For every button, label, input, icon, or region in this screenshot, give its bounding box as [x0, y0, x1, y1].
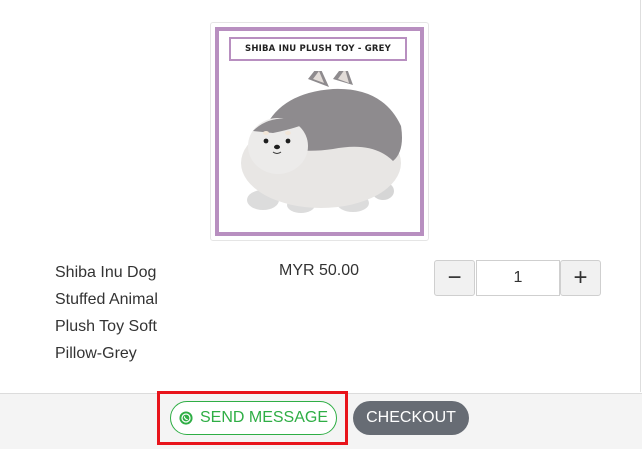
- quantity-input[interactable]: 1: [476, 260, 560, 296]
- quantity-decrease-button[interactable]: −: [434, 260, 475, 296]
- product-image[interactable]: SHIBA INU PLUSH TOY - GREY: [215, 27, 424, 236]
- shiba-plush-illustration: [241, 71, 402, 213]
- product-image-frame: SHIBA INU PLUSH TOY - GREY: [210, 22, 429, 241]
- checkout-label: CHECKOUT: [366, 409, 456, 426]
- cart-page: SHIBA INU PLUSH TOY - GREY Shiba Inu Dog…: [0, 0, 642, 449]
- checkout-button[interactable]: CHECKOUT: [353, 401, 469, 435]
- product-price: MYR 50.00: [279, 262, 360, 279]
- product-name: Shiba Inu Dog Stuffed Animal Plush Toy S…: [55, 264, 158, 362]
- send-message-button[interactable]: SEND MESSAGE: [170, 401, 337, 435]
- send-message-label: SEND MESSAGE: [199, 409, 329, 426]
- panel-divider: [640, 0, 641, 392]
- quantity-increase-button[interactable]: +: [560, 260, 601, 296]
- whatsapp-icon: [179, 411, 193, 425]
- product-image-banner: SHIBA INU PLUSH TOY - GREY: [229, 37, 407, 61]
